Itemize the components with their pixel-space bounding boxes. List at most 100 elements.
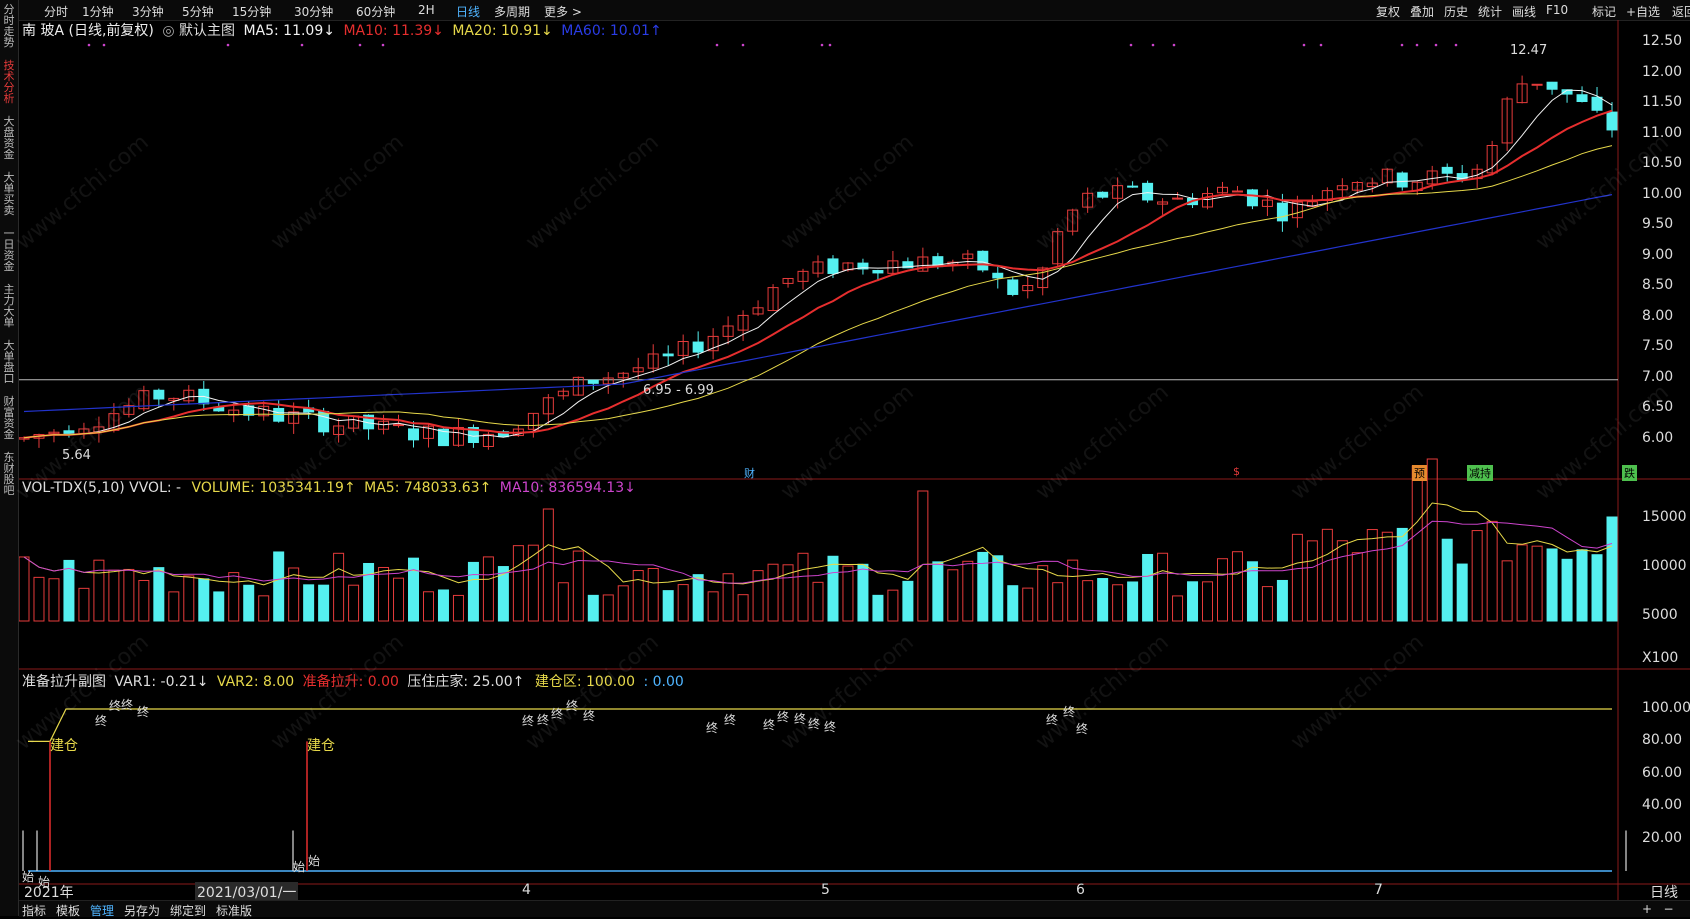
volume-bar xyxy=(542,508,554,622)
left-tab-6[interactable]: 大单盘口 xyxy=(0,340,18,384)
period-tab-4[interactable]: 15分钟 xyxy=(232,3,271,20)
tool-3[interactable]: 统计 xyxy=(1478,3,1502,20)
volume-bar xyxy=(348,584,360,622)
tool-8[interactable]: 返回 xyxy=(1672,3,1690,20)
end-label: 终 xyxy=(121,698,134,712)
signal-dot xyxy=(87,43,91,47)
end-label: 终 xyxy=(109,699,122,713)
volume-bar xyxy=(512,545,524,622)
volume-bar xyxy=(1216,558,1228,622)
volume-bar xyxy=(677,584,689,622)
candle-body xyxy=(1606,111,1618,131)
left-tab-2[interactable]: 大盘资金 xyxy=(0,116,18,160)
settings-icon[interactable]: ◎ xyxy=(162,23,174,39)
signal-dot xyxy=(1434,43,1438,47)
volume-bar xyxy=(842,565,854,622)
template-label[interactable]: 默认主图 xyxy=(179,23,235,39)
period-tab-6[interactable]: 60分钟 xyxy=(356,3,395,20)
x-axis-date: 2021/03/01/一 xyxy=(195,882,299,902)
tool-2[interactable]: 历史 xyxy=(1444,3,1468,20)
event-marker[interactable]: 减持 xyxy=(1467,465,1493,481)
volume-bar xyxy=(1291,533,1303,622)
left-tab-1[interactable]: 技术分析 xyxy=(0,60,18,104)
left-tab-5[interactable]: 主力大单 xyxy=(0,284,18,328)
volume-bar xyxy=(228,572,240,622)
period-tab-10[interactable]: 更多 > xyxy=(544,3,582,20)
volume-bar xyxy=(1471,530,1483,622)
period-tab-8[interactable]: 日线 xyxy=(456,3,480,20)
volume-ma5: MA5: 748033.63↑ xyxy=(364,480,492,496)
volume-bar xyxy=(19,556,30,622)
ma60-value: MA60: 10.01↑ xyxy=(561,23,662,39)
volume-bar xyxy=(123,568,135,622)
bottom-tab-3[interactable]: 另存为 xyxy=(124,902,160,919)
candle-body xyxy=(153,389,165,400)
signal-dot xyxy=(1319,43,1323,47)
volume-bar xyxy=(168,591,180,622)
period-tab-0[interactable]: 分时 xyxy=(44,3,68,20)
price-tick: 7.50 xyxy=(1642,338,1674,355)
tool-5[interactable]: F10 xyxy=(1546,3,1568,17)
bottom-tab-1[interactable]: 模板 xyxy=(56,902,80,919)
volume-bar xyxy=(303,584,315,622)
volume-bar xyxy=(647,568,659,622)
bottom-tab-5[interactable]: 标准版 xyxy=(216,902,252,919)
x-axis-month-5: 5 xyxy=(821,882,830,898)
signal-dot xyxy=(1172,43,1176,47)
volume-bar xyxy=(153,567,165,622)
volume-bar xyxy=(947,569,959,622)
left-tab-0[interactable]: 分时走势 xyxy=(0,4,18,48)
tool-6[interactable]: 标记 xyxy=(1592,3,1616,20)
period-tab-2[interactable]: 3分钟 xyxy=(132,3,164,20)
end-label: 终 xyxy=(777,710,790,724)
candle-body xyxy=(1576,94,1588,103)
bottom-tab-4[interactable]: 绑定到 xyxy=(170,902,206,919)
period-tab-7[interactable]: 2H xyxy=(418,3,435,17)
volume-bar xyxy=(213,591,225,622)
left-tab-7[interactable]: 财富资金 xyxy=(0,396,18,440)
volume-bar xyxy=(1576,549,1588,622)
kline-chart[interactable] xyxy=(19,20,1690,900)
signal-dot xyxy=(1454,43,1458,47)
volume-bar xyxy=(962,560,974,622)
candle-body xyxy=(1396,172,1408,188)
high-price-label: 12.47 xyxy=(1510,43,1548,58)
period-tab-3[interactable]: 5分钟 xyxy=(182,3,214,20)
event-marker[interactable]: 财 xyxy=(742,465,757,481)
tool-7[interactable]: +自选 xyxy=(1626,3,1660,20)
event-marker[interactable]: $ xyxy=(1231,465,1242,478)
left-tab-3[interactable]: 大单买卖 xyxy=(0,172,18,216)
volume-ma10-line xyxy=(23,520,1613,584)
period-tab-1[interactable]: 1分钟 xyxy=(82,3,114,20)
candle-body xyxy=(827,258,839,274)
volume-bar xyxy=(1202,581,1214,622)
bottom-tab-0[interactable]: 指标 xyxy=(22,902,46,919)
x-axis-month-4: 4 xyxy=(522,882,531,898)
volume-bar xyxy=(617,585,629,622)
volume-ma10: MA10: 836594.13↓ xyxy=(499,480,636,496)
build-label-2: 建仓 xyxy=(307,738,335,754)
volume-bar xyxy=(887,589,899,622)
candle-body xyxy=(662,353,674,357)
volume-bar xyxy=(707,591,719,622)
volume-bar xyxy=(527,544,539,622)
event-marker[interactable]: 预 xyxy=(1412,465,1427,481)
volume-bar xyxy=(108,569,120,622)
period-indicator[interactable]: 日线 xyxy=(1650,882,1678,902)
tool-0[interactable]: 复权 xyxy=(1376,3,1400,20)
bottom-tab-2[interactable]: 管理 xyxy=(90,902,114,919)
main-legend: 南 玻A (日线,前复权) ◎ 默认主图 MA5: 11.09↓ MA10: 1… xyxy=(22,20,662,40)
tool-4[interactable]: 画线 xyxy=(1512,3,1536,20)
volume-bar xyxy=(1546,548,1558,622)
tool-1[interactable]: 叠加 xyxy=(1410,3,1434,20)
zoom-controls[interactable]: + − xyxy=(1642,902,1674,916)
signal-dot xyxy=(381,43,385,47)
period-tab-5[interactable]: 30分钟 xyxy=(294,3,333,20)
volume-bar xyxy=(1082,580,1094,622)
volume-bar xyxy=(1052,582,1064,622)
sub-tick: 40.00 xyxy=(1642,797,1683,814)
period-tab-9[interactable]: 多周期 xyxy=(494,3,530,20)
volume-bar xyxy=(992,555,1004,622)
event-marker[interactable]: 跌 xyxy=(1622,465,1637,481)
volume-bar xyxy=(602,594,614,622)
